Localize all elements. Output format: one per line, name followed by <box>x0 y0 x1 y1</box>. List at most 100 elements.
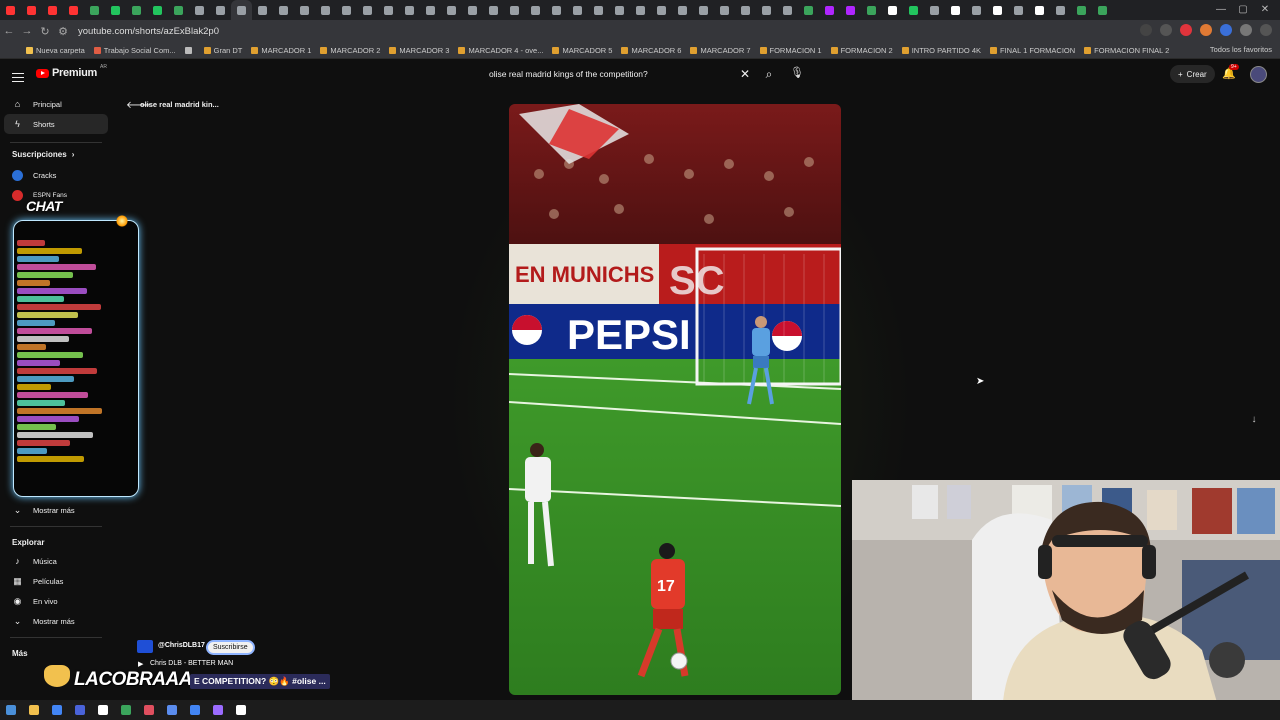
bookmark-item[interactable]: MARCADOR 4 - ove... <box>458 46 543 55</box>
bookmark-item[interactable]: MARCADOR 7 <box>690 46 751 55</box>
browser-tab[interactable] <box>189 0 210 20</box>
bookmark-item[interactable]: MARCADOR 1 <box>251 46 311 55</box>
url-field[interactable]: youtube.com/shorts/azExBlak2p0 <box>78 26 219 37</box>
extension-icon[interactable] <box>1220 24 1232 36</box>
browser-tab[interactable] <box>798 0 819 20</box>
browser-tab[interactable] <box>1008 0 1029 20</box>
short-music-title[interactable]: Chris DLB - BETTER MAN <box>150 660 233 667</box>
minimize-icon[interactable]: — <box>1210 0 1232 20</box>
browser-tab[interactable] <box>882 0 903 20</box>
browser-tab[interactable] <box>63 0 84 20</box>
taskbar-app-icon[interactable] <box>98 705 108 715</box>
browser-tab[interactable] <box>819 0 840 20</box>
bookmark-star-icon[interactable] <box>1160 24 1172 36</box>
account-avatar[interactable] <box>1250 66 1267 83</box>
browser-tab[interactable] <box>462 0 483 20</box>
browser-tab[interactable] <box>483 0 504 20</box>
taskbar-app-icon[interactable] <box>52 705 62 715</box>
close-window-icon[interactable]: ✕ <box>1254 0 1276 20</box>
bookmark-item[interactable]: FINAL 1 FORMACION <box>990 46 1075 55</box>
bookmark-item[interactable]: Gran DT <box>203 46 242 55</box>
short-channel-name[interactable]: @ChrisDLB17 <box>158 642 205 649</box>
show-more-explore[interactable]: ⌄ Mostrar más <box>0 611 112 631</box>
browser-tab[interactable] <box>756 0 777 20</box>
browser-tab[interactable] <box>714 0 735 20</box>
browser-tab[interactable] <box>987 0 1008 20</box>
forward-nav-icon[interactable]: → <box>18 25 36 37</box>
next-short-icon[interactable]: ↓ <box>1246 414 1262 430</box>
extension-icon[interactable] <box>1180 24 1192 36</box>
taskbar-app-icon[interactable] <box>236 705 246 715</box>
taskbar-app-icon[interactable] <box>167 705 177 715</box>
bookmark-item[interactable] <box>184 46 195 54</box>
browser-tab[interactable] <box>567 0 588 20</box>
browser-tab[interactable] <box>84 0 105 20</box>
browser-tab[interactable] <box>588 0 609 20</box>
browser-tab[interactable] <box>630 0 651 20</box>
browser-tab[interactable] <box>252 0 273 20</box>
browser-tab[interactable] <box>0 0 21 20</box>
profile-icon[interactable] <box>1240 24 1252 36</box>
browser-tab[interactable] <box>420 0 441 20</box>
taskbar-app-icon[interactable] <box>190 705 200 715</box>
browser-tab[interactable] <box>210 0 231 20</box>
browser-tab[interactable] <box>966 0 987 20</box>
browser-tab[interactable] <box>399 0 420 20</box>
browser-tab[interactable] <box>525 0 546 20</box>
browser-tab[interactable] <box>147 0 168 20</box>
hamburger-menu-icon[interactable] <box>12 70 24 85</box>
reload-icon[interactable]: ↻ <box>36 25 54 38</box>
browser-tab[interactable] <box>336 0 357 20</box>
taskbar-app-icon[interactable] <box>29 705 39 715</box>
sidebar-item-en-vivo[interactable]: ◉ En vivo <box>0 591 112 611</box>
browser-tab[interactable] <box>924 0 945 20</box>
browser-tab[interactable] <box>777 0 798 20</box>
browser-tab[interactable] <box>126 0 147 20</box>
subscriptions-header[interactable]: Suscripciones › <box>0 145 112 163</box>
browser-tab[interactable] <box>105 0 126 20</box>
browser-tab[interactable] <box>651 0 672 20</box>
bookmark-item[interactable]: FORMACION 1 <box>759 46 822 55</box>
browser-tab[interactable] <box>861 0 882 20</box>
short-video-player[interactable]: EN MUNICHS SC PEPSI 17 <box>509 104 841 695</box>
clear-search-icon[interactable]: ✕ <box>733 67 757 81</box>
browser-tab[interactable] <box>315 0 336 20</box>
browser-tab[interactable] <box>21 0 42 20</box>
sidebar-item-cracks[interactable]: Cracks <box>0 165 112 185</box>
browser-tab[interactable] <box>546 0 567 20</box>
browser-tab[interactable] <box>168 0 189 20</box>
maximize-icon[interactable]: ▢ <box>1232 0 1254 20</box>
sidebar-item-peliculas[interactable]: ▦ Películas <box>0 571 112 591</box>
bookmark-item[interactable]: FORMACION FINAL 2 <box>1084 46 1169 55</box>
taskbar-app-icon[interactable] <box>6 705 16 715</box>
browser-tab[interactable] <box>231 0 252 20</box>
browser-tab[interactable] <box>357 0 378 20</box>
sidebar-item-musica[interactable]: ♪ Música <box>0 551 112 571</box>
taskbar-app-icon[interactable] <box>75 705 85 715</box>
browser-tab[interactable] <box>693 0 714 20</box>
taskbar-app-icon[interactable] <box>121 705 131 715</box>
all-bookmarks-link[interactable]: Todos los favoritos <box>1210 45 1272 54</box>
sidebar-item-principal[interactable]: ⌂ Principal <box>0 94 112 114</box>
short-caption[interactable]: E COMPETITION? 😳🔥 #olise ... <box>190 674 330 689</box>
bookmark-item[interactable]: INTRO PARTIDO 4K <box>901 46 981 55</box>
browser-tab[interactable] <box>504 0 525 20</box>
subscribe-button[interactable]: Suscribirse <box>206 640 255 655</box>
browser-menu-icon[interactable] <box>1260 24 1272 36</box>
bookmark-item[interactable]: Nueva carpeta <box>26 46 85 55</box>
browser-tab[interactable] <box>735 0 756 20</box>
browser-tab[interactable] <box>672 0 693 20</box>
taskbar-app-icon[interactable] <box>144 705 154 715</box>
sidebar-item-shorts[interactable]: ϟ Shorts <box>4 114 108 134</box>
show-more-subs[interactable]: ⌄ Mostrar más <box>0 500 112 520</box>
site-info-icon[interactable]: ⚙ <box>54 25 72 38</box>
bookmark-item[interactable]: MARCADOR 5 <box>552 46 612 55</box>
create-button[interactable]: + Crear <box>1170 65 1215 83</box>
browser-tab[interactable] <box>903 0 924 20</box>
browser-tab[interactable] <box>294 0 315 20</box>
browser-tab[interactable] <box>378 0 399 20</box>
back-search-title[interactable]: olise real madrid kin... <box>140 100 219 109</box>
extension-icon[interactable] <box>1140 24 1152 36</box>
bookmark-item[interactable]: MARCADOR 3 <box>389 46 449 55</box>
browser-tab[interactable] <box>609 0 630 20</box>
